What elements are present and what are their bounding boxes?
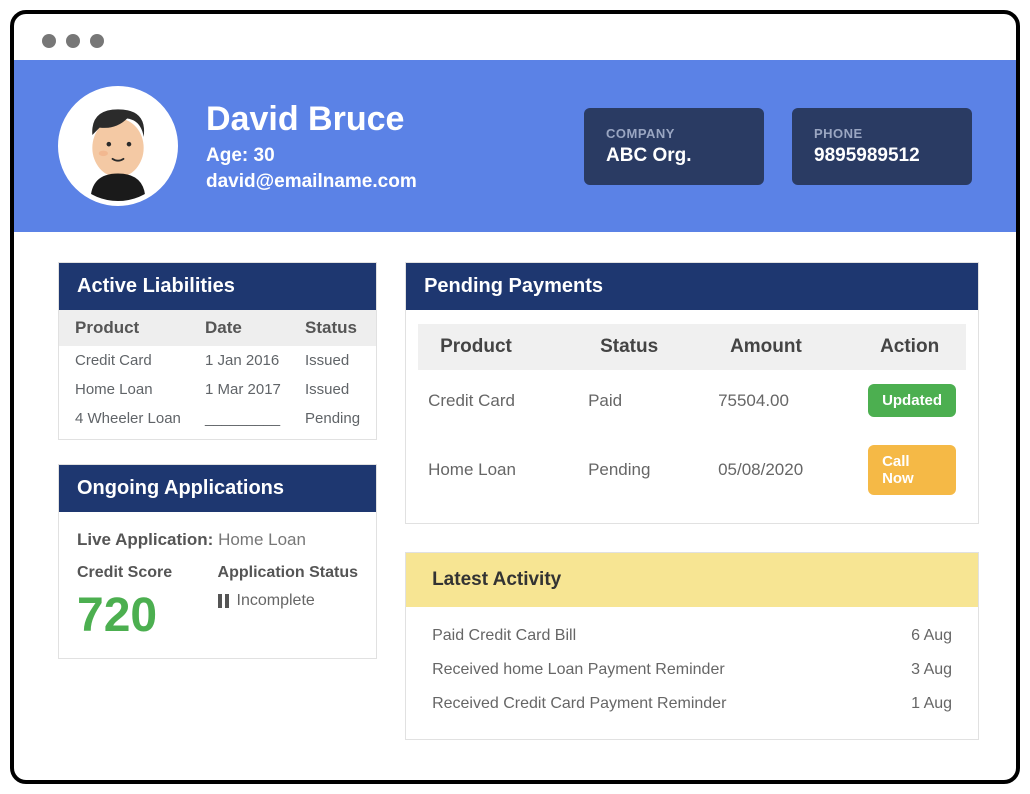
activity-body: Paid Credit Card Bill 6 Aug Received hom… xyxy=(406,607,978,739)
left-column: Active Liabilities Product Date Status C… xyxy=(58,262,377,740)
window-dot xyxy=(90,34,104,48)
call-now-button[interactable]: Call Now xyxy=(868,445,956,495)
activity-title: Latest Activity xyxy=(406,553,978,607)
cell-status: Issued xyxy=(305,381,360,398)
activity-date: 3 Aug xyxy=(911,661,952,679)
cell-date: _________ xyxy=(205,410,305,427)
pause-icon xyxy=(218,594,229,608)
cell-product: 4 Wheeler Loan xyxy=(75,410,205,427)
table-row: Credit Card Paid 75504.00 Updated xyxy=(406,370,978,431)
right-column: Pending Payments Product Status Amount A… xyxy=(405,262,979,740)
cell-status: Issued xyxy=(305,352,360,369)
app-window: David Bruce Age: 30 david@emailname.com … xyxy=(10,10,1020,784)
col-amount: Amount xyxy=(730,336,880,358)
col-status: Status xyxy=(600,336,730,358)
cell-amount: 05/08/2020 xyxy=(718,460,868,480)
col-status: Status xyxy=(305,318,360,338)
pending-table-header: Product Status Amount Action xyxy=(418,324,966,370)
updated-button[interactable]: Updated xyxy=(868,384,956,417)
live-app-label: Live Application: xyxy=(77,530,213,549)
cell-status: Paid xyxy=(588,391,718,411)
profile-email: david@emailname.com xyxy=(206,171,556,193)
phone-label: PHONE xyxy=(814,126,950,141)
latest-activity-card: Latest Activity Paid Credit Card Bill 6 … xyxy=(405,552,979,740)
company-card: COMPANY ABC Org. xyxy=(584,108,764,185)
activity-text: Received Credit Card Payment Reminder xyxy=(432,695,726,713)
table-row: Home Loan 1 Mar 2017 Issued xyxy=(59,375,376,404)
profile-info: David Bruce Age: 30 david@emailname.com xyxy=(206,100,556,193)
live-application: Live Application: Home Loan xyxy=(77,530,358,550)
app-status-label: Application Status xyxy=(218,564,359,582)
app-status-col: Application Status Incomplete xyxy=(218,564,359,640)
window-titlebar xyxy=(14,14,1016,60)
activity-date: 1 Aug xyxy=(911,695,952,713)
activity-text: Paid Credit Card Bill xyxy=(432,627,576,645)
cell-date: 1 Jan 2016 xyxy=(205,352,305,369)
activity-row: Paid Credit Card Bill 6 Aug xyxy=(406,619,978,653)
phone-value: 9895989512 xyxy=(814,145,950,167)
live-app-value: Home Loan xyxy=(218,530,306,549)
scores-row: Credit Score 720 Application Status Inco… xyxy=(77,564,358,640)
active-liabilities-title: Active Liabilities xyxy=(59,263,376,310)
window-dot xyxy=(66,34,80,48)
pending-payments-card: Pending Payments Product Status Amount A… xyxy=(405,262,979,524)
activity-row: Received home Loan Payment Reminder 3 Au… xyxy=(406,653,978,687)
profile-name: David Bruce xyxy=(206,100,556,139)
ongoing-applications-card: Ongoing Applications Live Application: H… xyxy=(58,464,377,659)
col-action: Action xyxy=(880,336,944,358)
credit-score-value: 720 xyxy=(77,592,218,640)
activity-date: 6 Aug xyxy=(911,627,952,645)
credit-score-label: Credit Score xyxy=(77,564,218,582)
liabilities-table-header: Product Date Status xyxy=(59,310,376,346)
profile-header: David Bruce Age: 30 david@emailname.com … xyxy=(14,60,1016,232)
ongoing-body: Live Application: Home Loan Credit Score… xyxy=(59,512,376,658)
active-liabilities-card: Active Liabilities Product Date Status C… xyxy=(58,262,377,440)
cell-date: 1 Mar 2017 xyxy=(205,381,305,398)
activity-text: Received home Loan Payment Reminder xyxy=(432,661,725,679)
credit-score-col: Credit Score 720 xyxy=(77,564,218,640)
cell-product: Home Loan xyxy=(75,381,205,398)
content: Active Liabilities Product Date Status C… xyxy=(14,232,1016,780)
company-label: COMPANY xyxy=(606,126,742,141)
company-value: ABC Org. xyxy=(606,145,742,167)
cell-status: Pending xyxy=(305,410,360,427)
ongoing-title: Ongoing Applications xyxy=(59,465,376,512)
pending-title: Pending Payments xyxy=(406,263,978,310)
col-date: Date xyxy=(205,318,305,338)
col-product: Product xyxy=(75,318,205,338)
col-product: Product xyxy=(440,336,600,358)
cell-amount: 75504.00 xyxy=(718,391,868,411)
table-row: Credit Card 1 Jan 2016 Issued xyxy=(59,346,376,375)
cell-product: Credit Card xyxy=(75,352,205,369)
cell-product: Home Loan xyxy=(428,460,588,480)
avatar xyxy=(58,86,178,206)
phone-card: PHONE 9895989512 xyxy=(792,108,972,185)
cell-status: Pending xyxy=(588,460,718,480)
profile-age: Age: 30 xyxy=(206,145,556,167)
window-dot xyxy=(42,34,56,48)
app-status-value: Incomplete xyxy=(218,592,359,610)
app-status-text: Incomplete xyxy=(237,592,315,610)
cell-product: Credit Card xyxy=(428,391,588,411)
activity-row: Received Credit Card Payment Reminder 1 … xyxy=(406,687,978,721)
table-row: 4 Wheeler Loan _________ Pending xyxy=(59,404,376,439)
table-row: Home Loan Pending 05/08/2020 Call Now xyxy=(406,431,978,517)
